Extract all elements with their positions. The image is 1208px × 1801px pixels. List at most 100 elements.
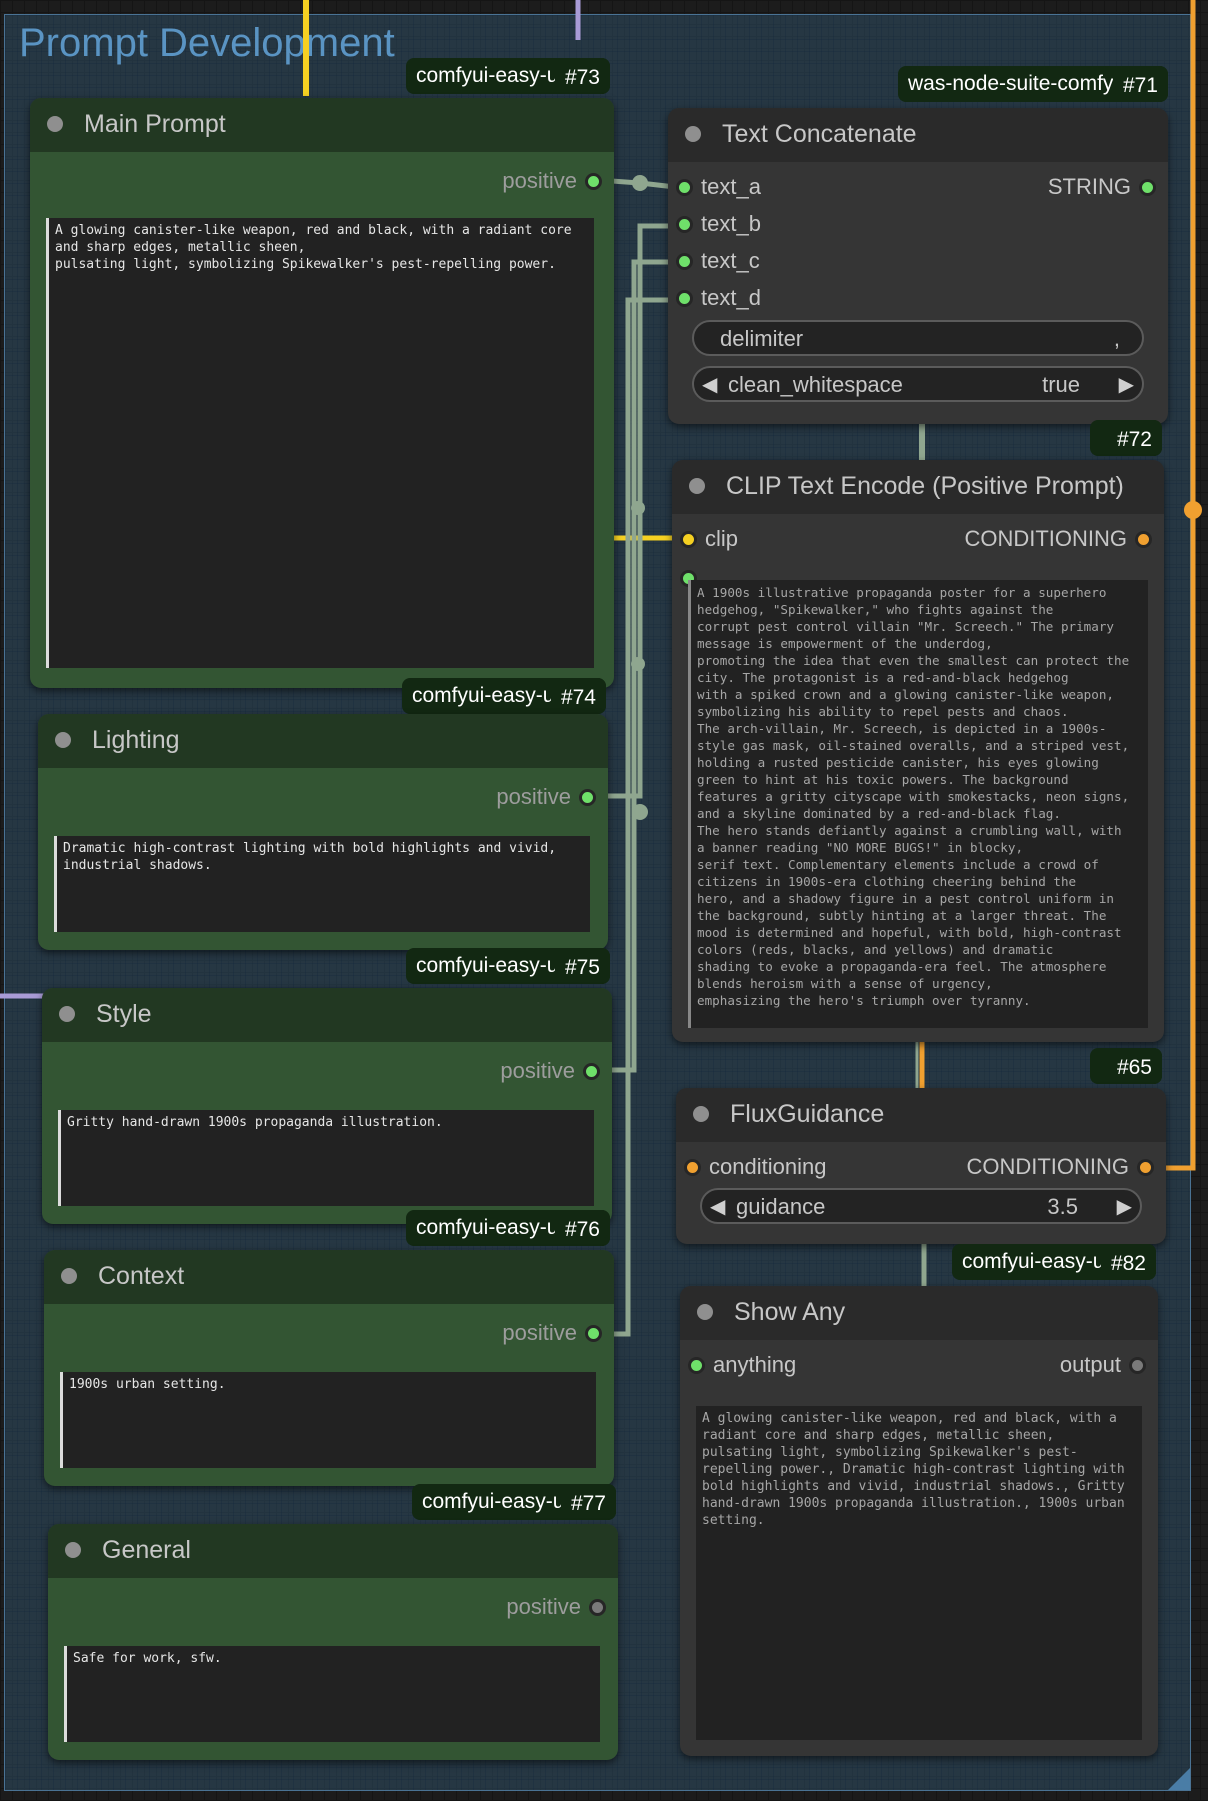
prompt-textarea[interactable]: 1900s urban setting. (60, 1372, 596, 1468)
node-header[interactable]: Text Concatenate (668, 108, 1168, 162)
input-slot-icon[interactable] (676, 252, 693, 270)
input-text-b[interactable]: text_b (676, 211, 761, 237)
collapse-dot[interactable] (59, 1006, 75, 1022)
output-label: CONDITIONING (964, 526, 1127, 551)
clip-text-encode-node[interactable]: CLIP Text Encode (Positive Prompt) clip … (672, 460, 1164, 1042)
arrow-right-icon[interactable]: ▶ (1119, 372, 1134, 397)
clean-whitespace-toggle[interactable]: ◀ clean_whitespace true ▶ (692, 366, 1144, 402)
node-header[interactable]: Show Any (680, 1286, 1158, 1340)
badge-id: #71 (1112, 66, 1168, 102)
badge-id: #77 (560, 1484, 616, 1520)
input-slot-icon[interactable] (676, 178, 693, 196)
output-label: output (1059, 1352, 1121, 1377)
output-slot-icon[interactable] (1129, 1356, 1146, 1374)
input-text-d[interactable]: text_d (676, 285, 761, 311)
group-resize-handle[interactable] (1168, 1768, 1190, 1790)
input-slot-icon[interactable] (680, 530, 697, 548)
output-positive[interactable]: positive (502, 168, 602, 194)
node-title: CLIP Text Encode (Positive Prompt) (726, 472, 1124, 500)
group-title[interactable]: Prompt Development (19, 21, 395, 66)
output-positive[interactable]: positive (500, 1058, 600, 1084)
input-conditioning[interactable]: conditioning (684, 1154, 826, 1180)
input-slot-icon[interactable] (676, 289, 693, 307)
lighting-badge: comfyui-easy-use #74 (402, 678, 606, 714)
lighting-node[interactable]: Lighting positive Dramatic high-contrast… (38, 714, 608, 950)
output-output[interactable]: output (1060, 1352, 1146, 1378)
node-title: General (102, 1536, 191, 1564)
collapse-dot[interactable] (47, 116, 63, 132)
show-text-area[interactable]: A glowing canister-like weapon, red and … (696, 1406, 1142, 1740)
node-header[interactable]: Style (42, 988, 612, 1042)
collapse-dot[interactable] (65, 1542, 81, 1558)
output-slot-icon[interactable] (585, 1324, 602, 1342)
node-title: Text Concatenate (722, 120, 917, 148)
output-slot-icon[interactable] (583, 1062, 600, 1080)
output-slot-icon[interactable] (585, 172, 602, 190)
prompt-textarea[interactable]: Gritty hand-drawn 1900s propaganda illus… (58, 1110, 594, 1206)
node-header[interactable]: FluxGuidance (676, 1088, 1166, 1142)
input-text-a[interactable]: text_a (676, 174, 761, 200)
output-slot-icon[interactable] (1137, 1158, 1154, 1176)
input-anything[interactable]: anything (688, 1352, 796, 1378)
output-slot-icon[interactable] (589, 1598, 606, 1616)
input-label: text_b (701, 211, 761, 236)
flux-guidance-node[interactable]: FluxGuidance conditioning CONDITIONING ◀… (676, 1088, 1166, 1244)
arrow-right-icon[interactable]: ▶ (1117, 1194, 1132, 1219)
output-positive[interactable]: positive (506, 1594, 606, 1620)
general-badge: comfyui-easy-use #77 (412, 1484, 616, 1520)
collapse-dot[interactable] (697, 1304, 713, 1320)
collapse-dot[interactable] (61, 1268, 77, 1284)
input-slot-icon[interactable] (676, 215, 693, 233)
output-conditioning[interactable]: CONDITIONING (964, 526, 1152, 552)
input-clip[interactable]: clip (680, 526, 738, 552)
text-concatenate-node[interactable]: Text Concatenate text_a text_b text_c te… (668, 108, 1168, 424)
prompt-textarea[interactable]: A glowing canister-like weapon, red and … (46, 218, 594, 668)
widget-label: guidance (736, 1194, 826, 1219)
output-label: CONDITIONING (966, 1154, 1129, 1179)
delimiter-field[interactable]: delimiter , (692, 320, 1144, 356)
arrow-left-icon[interactable]: ◀ (702, 372, 717, 397)
show-any-node[interactable]: Show Any anything output A glowing canis… (680, 1286, 1158, 1756)
flux-guidance-badge: #65 (1090, 1048, 1162, 1084)
output-label: positive (506, 1594, 581, 1619)
badge-id: #74 (550, 678, 606, 714)
node-header[interactable]: General (48, 1524, 618, 1578)
node-title: Context (98, 1262, 185, 1290)
input-text-c[interactable]: text_c (676, 248, 760, 274)
output-positive[interactable]: positive (496, 784, 596, 810)
node-header[interactable]: Lighting (38, 714, 608, 768)
context-node[interactable]: Context positive 1900s urban setting. (44, 1250, 614, 1486)
output-positive[interactable]: positive (502, 1320, 602, 1346)
output-slot-icon[interactable] (579, 788, 596, 806)
output-slot-icon[interactable] (1135, 530, 1152, 548)
prompt-textarea[interactable]: Safe for work, sfw. (64, 1646, 600, 1742)
output-slot-icon[interactable] (1139, 178, 1156, 196)
output-string[interactable]: STRING (1048, 174, 1156, 200)
node-header[interactable]: CLIP Text Encode (Positive Prompt) (672, 460, 1164, 514)
text-concatenate-badge: was-node-suite-comfyui #71 (898, 66, 1168, 102)
style-node[interactable]: Style positive Gritty hand-drawn 1900s p… (42, 988, 612, 1224)
input-slot-icon[interactable] (688, 1356, 705, 1374)
input-label: clip (705, 526, 739, 551)
collapse-dot[interactable] (685, 126, 701, 142)
collapse-dot[interactable] (55, 732, 71, 748)
main-prompt-node[interactable]: Main Prompt positive A glowing canister-… (30, 98, 614, 688)
badge-id: #73 (554, 58, 610, 94)
node-title: Show Any (734, 1298, 846, 1326)
output-conditioning[interactable]: CONDITIONING (966, 1154, 1154, 1180)
input-slot-icon[interactable] (684, 1158, 701, 1176)
prompt-textarea[interactable]: Dramatic high-contrast lighting with bol… (54, 836, 590, 932)
widget-value: true (1042, 372, 1080, 397)
collapse-dot[interactable] (689, 478, 705, 494)
arrow-left-icon[interactable]: ◀ (710, 1194, 725, 1219)
node-title: FluxGuidance (730, 1100, 885, 1128)
guidance-slider[interactable]: ◀ guidance 3.5 ▶ (700, 1188, 1142, 1224)
output-label: positive (500, 1058, 575, 1083)
prompt-textarea[interactable]: A 1900s illustrative propaganda poster f… (688, 580, 1148, 1028)
badge-source: was-node-suite-comfyui (908, 72, 1130, 95)
node-header[interactable]: Main Prompt (30, 98, 614, 152)
node-header[interactable]: Context (44, 1250, 614, 1304)
node-title: Style (96, 1000, 152, 1028)
collapse-dot[interactable] (693, 1106, 709, 1122)
general-node[interactable]: General positive Safe for work, sfw. (48, 1524, 618, 1760)
